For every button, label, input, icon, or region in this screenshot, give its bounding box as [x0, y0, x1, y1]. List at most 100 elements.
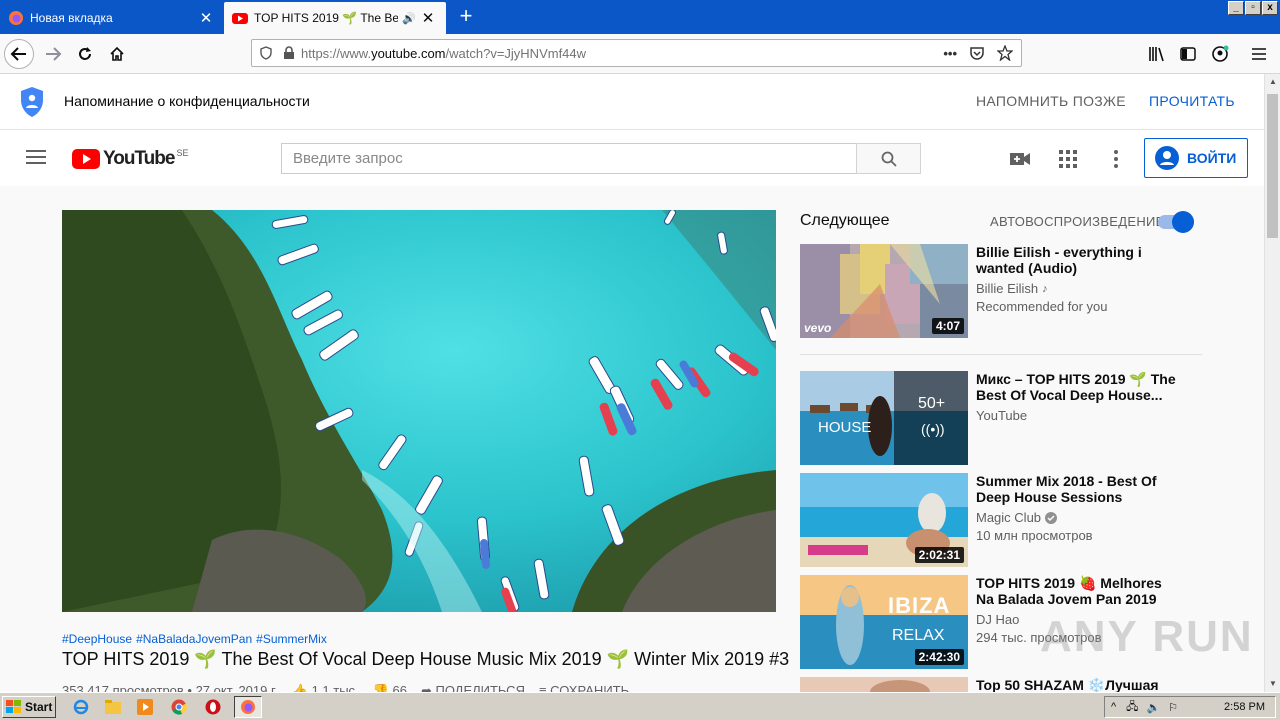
search-button[interactable]: [856, 143, 921, 174]
firefox-taskbar-button[interactable]: [234, 696, 262, 718]
video-thumbnail[interactable]: [800, 677, 968, 692]
video-item-meta: 10 млн просмотров: [976, 528, 1093, 543]
video-item-title[interactable]: Микс – TOP HITS 2019 🌱 The Best Of Vocal…: [976, 371, 1176, 403]
navigation-toolbar: https://www.youtube.com/watch?v=JjyHNVmf…: [0, 34, 1280, 74]
remind-later-button[interactable]: НАПОМНИТЬ ПОЗЖЕ: [976, 93, 1126, 109]
youtube-masthead: YouTube SE Введите запрос ВОЙТИ: [0, 130, 1264, 186]
close-tab-icon[interactable]: ✕: [198, 9, 214, 27]
back-button[interactable]: [4, 39, 34, 69]
start-label: Start: [25, 700, 53, 714]
channel-name[interactable]: DJ Hao: [976, 612, 1019, 627]
search-input[interactable]: Введите запрос: [281, 143, 857, 174]
video-thumbnail[interactable]: vevo 4:07: [800, 244, 968, 338]
tab-new-tab[interactable]: Новая вкладка ✕: [0, 2, 224, 34]
library-icon: [1149, 47, 1164, 62]
recommended-video-item[interactable]: Top 50 SHAZAM ❄️Лучшая: [800, 677, 1210, 692]
minimize-button[interactable]: _: [1228, 1, 1244, 15]
vevo-badge: vevo: [804, 321, 832, 335]
ie-icon[interactable]: [72, 698, 90, 716]
autoplay-toggle[interactable]: [1158, 211, 1194, 233]
library-button[interactable]: [1142, 39, 1172, 69]
hashtag-link[interactable]: #DeepHouse: [62, 632, 132, 646]
hashtag-link[interactable]: #SummerMix: [256, 632, 327, 646]
network-icon[interactable]: 🖧: [1126, 698, 1138, 717]
close-window-button[interactable]: x: [1262, 1, 1278, 15]
speaker-icon[interactable]: 🔊: [402, 12, 416, 25]
video-info: Summer Mix 2018 - Best Of Deep House Ses…: [976, 473, 1176, 543]
forward-button[interactable]: [38, 39, 68, 69]
privacy-reminder-banner: Напоминание о конфиденциальности НАПОМНИ…: [0, 74, 1264, 130]
bookmark-star-icon[interactable]: [997, 45, 1013, 61]
chrome-icon[interactable]: [170, 698, 188, 716]
settings-menu-button[interactable]: [1104, 147, 1128, 171]
video-info: Billie Eilish - everything i wanted (Aud…: [976, 244, 1176, 314]
toggle-knob: [1172, 211, 1194, 233]
address-bar[interactable]: https://www.youtube.com/watch?v=JjyHNVmf…: [251, 39, 1022, 67]
read-privacy-button[interactable]: ПРОЧИТАТЬ: [1149, 93, 1235, 109]
guide-menu-icon[interactable]: [26, 150, 46, 166]
video-item-title[interactable]: Top 50 SHAZAM ❄️Лучшая: [976, 677, 1176, 692]
video-thumbnail[interactable]: HOUSE 50+ ((•)): [800, 371, 968, 465]
tab-title: TOP HITS 2019 🌱 The Best Of: [254, 11, 399, 25]
start-button[interactable]: Start: [2, 696, 56, 718]
folder-icon[interactable]: [104, 698, 122, 716]
channel-name[interactable]: Billie Eilish: [976, 281, 1038, 296]
video-item-title[interactable]: Summer Mix 2018 - Best Of Deep House Ses…: [976, 473, 1176, 505]
apps-button[interactable]: [1056, 147, 1080, 171]
url-text: https://www.youtube.com/watch?v=JjyHNVmf…: [301, 46, 943, 61]
channel-row: Magic Club: [976, 510, 1176, 525]
volume-icon[interactable]: 🔈: [1146, 701, 1160, 714]
autoplay-label: АВТОВОСПРОИЗВЕДЕНИЕ: [990, 214, 1165, 229]
menu-button[interactable]: [1244, 39, 1274, 69]
video-item-title[interactable]: Billie Eilish - everything i wanted (Aud…: [976, 244, 1176, 276]
hamburger-menu-icon: [1252, 48, 1266, 60]
video-thumbnail[interactable]: IBIZA RELAX 2:42:30: [800, 575, 968, 669]
more-vertical-icon: [1114, 150, 1118, 168]
recommended-video-item[interactable]: 2:02:31 Summer Mix 2018 - Best Of Deep H…: [800, 473, 1210, 567]
channel-name[interactable]: YouTube: [976, 408, 1027, 423]
video-frame-image: [62, 210, 776, 612]
privacy-shield-icon: [21, 87, 43, 117]
scroll-up-arrow-icon[interactable]: ▲: [1265, 74, 1280, 90]
youtube-logo[interactable]: YouTube SE: [72, 148, 188, 170]
opera-icon[interactable]: [204, 698, 222, 716]
scroll-down-arrow-icon[interactable]: ▼: [1265, 676, 1280, 692]
windows-logo-icon: [6, 700, 21, 713]
new-tab-button[interactable]: +: [452, 4, 480, 30]
channel-name[interactable]: Magic Club: [976, 510, 1041, 525]
close-tab-icon[interactable]: ✕: [420, 9, 436, 27]
channel-row: YouTube: [976, 408, 1176, 423]
recommended-mix-item[interactable]: HOUSE 50+ ((•)) Микс – TOP HITS 2019 🌱 T…: [800, 371, 1210, 465]
security-flag-icon[interactable]: ⚐: [1168, 701, 1178, 714]
sidebar-icon: [1180, 47, 1196, 61]
reload-button[interactable]: [70, 39, 100, 69]
media-player-icon[interactable]: [136, 698, 154, 716]
page-actions-icon[interactable]: •••: [943, 46, 957, 61]
tray-expand-icon[interactable]: ^: [1111, 701, 1116, 713]
sidebar-button[interactable]: [1173, 39, 1203, 69]
forward-arrow-icon: [46, 47, 62, 61]
tracking-shield-icon[interactable]: [259, 46, 273, 60]
video-thumbnail[interactable]: 2:02:31: [800, 473, 968, 567]
page-scrollbar[interactable]: ▲ ▼: [1264, 74, 1280, 692]
video-item-title[interactable]: TOP HITS 2019 🍓 Melhores Na Balada Jovem…: [976, 575, 1176, 607]
url-domain: youtube.com: [371, 45, 446, 61]
video-player[interactable]: [62, 210, 776, 612]
youtube-favicon-icon: [232, 13, 248, 24]
account-button[interactable]: [1205, 39, 1235, 69]
video-duration: 2:42:30: [914, 649, 964, 665]
windows-taskbar: Start ^ 🖧 🔈 ⚐ 2:58 PM: [0, 692, 1280, 720]
anyrun-watermark: ANY RUN: [1040, 612, 1254, 661]
thumbnail-text: HOUSE: [818, 419, 872, 436]
scrollbar-thumb[interactable]: [1267, 94, 1278, 238]
tab-youtube[interactable]: TOP HITS 2019 🌱 The Best Of 🔊 ✕: [224, 2, 446, 34]
sign-in-button[interactable]: ВОЙТИ: [1144, 138, 1248, 178]
hashtag-link[interactable]: #NaBaladaJovemPan: [136, 632, 252, 646]
create-video-button[interactable]: [1008, 147, 1032, 171]
pocket-icon[interactable]: [969, 45, 985, 61]
lock-icon[interactable]: [283, 46, 295, 60]
maximize-button[interactable]: ▫: [1245, 1, 1261, 15]
video-info: Микс – TOP HITS 2019 🌱 The Best Of Vocal…: [976, 371, 1176, 423]
home-button[interactable]: [102, 39, 132, 69]
recommended-video-item[interactable]: vevo 4:07 Billie Eilish - everything i w…: [800, 244, 1210, 338]
